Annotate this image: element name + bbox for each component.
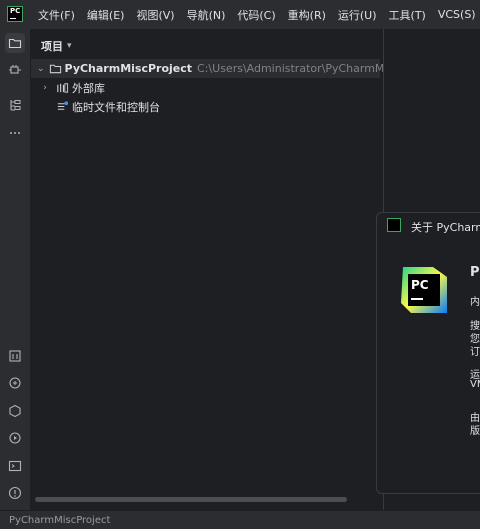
run-icon [9,432,21,444]
tree-row-scratches[interactable]: 临时文件和控制台 [31,97,160,116]
menu-vcs[interactable]: VCS(S) [438,8,476,21]
about-line-1: 内 [470,297,480,308]
tool-window-strip [0,29,30,510]
folder-icon [8,38,22,49]
logo-text: PC [411,278,429,292]
status-project-breadcrumb[interactable]: PyCharmMiscProject [9,515,110,526]
collapsed-arrow-icon[interactable]: › [39,83,51,93]
python-console-button[interactable] [5,373,25,393]
menu-tools[interactable]: 工具(T) [389,7,426,23]
structure-icon [10,100,21,111]
title-bar: PC 文件(F) 编辑(E) 视图(V) 导航(N) 代码(C) 重构(R) 运… [0,0,480,29]
folder-icon [49,62,62,76]
scratches-label: 临时文件和控制台 [72,100,160,114]
about-line-4: 订 [470,347,480,358]
project-root-path: C:\Users\Administrator\PyCharmMiscPr [197,62,411,75]
plugin-icon [9,65,21,74]
panel-title: 项目 [41,40,63,53]
terminal-button[interactable] [5,456,25,476]
about-line-8: 版 [470,426,480,437]
services-icon [9,404,21,418]
menu-edit[interactable]: 编辑(E) [87,7,125,23]
about-line-6: VM [470,379,480,390]
pycharm-logo-icon [387,218,401,232]
python-packages-button[interactable] [5,346,25,366]
menu-refactor[interactable]: 重构(R) [288,7,326,23]
more-icon [10,132,20,134]
status-bar: PyCharmMiscProject [0,510,480,529]
menu-navigate[interactable]: 导航(N) [187,7,226,23]
scratches-icon [55,100,69,114]
problems-button[interactable] [5,483,25,503]
library-icon [55,81,69,95]
terminal-icon [8,460,22,472]
project-view-selector[interactable]: 项目 ▾ [41,38,72,54]
python-packages-icon [9,350,21,362]
expanded-arrow-icon[interactable]: ⌄ [37,64,45,74]
menu-run[interactable]: 运行(U) [338,7,377,23]
about-dialog: 关于 PyCharm PC Py 内 搜 您 订 运 VM 由 版 [376,212,480,494]
problems-icon [8,486,22,500]
menu-code[interactable]: 代码(C) [237,7,275,23]
tree-row-external-libraries[interactable]: › 外部库 [31,78,105,97]
more-tools-button[interactable] [5,123,25,143]
main-menu: 文件(F) 编辑(E) 视图(V) 导航(N) 代码(C) 重构(R) 运行(U… [38,0,480,29]
menu-view[interactable]: 视图(V) [136,7,174,23]
plugins-tool-button[interactable] [5,60,25,80]
structure-tool-button[interactable] [5,95,25,115]
about-dialog-title: 关于 PyCharm [411,221,480,234]
project-tool-window: 项目 ▾ ⌄ PyCharmMiscProject C:\Users\Admin… [31,29,410,510]
product-name: Py [470,265,480,280]
horizontal-scrollbar[interactable] [35,497,347,502]
pycharm-product-logo-icon: PC [401,267,447,313]
project-tool-button[interactable] [5,33,25,53]
run-button[interactable] [5,428,25,448]
external-libraries-label: 外部库 [72,81,105,95]
logo-text: PC [10,7,21,15]
python-console-icon [9,377,21,389]
chevron-down-icon: ▾ [67,41,72,51]
tree-row-project-root[interactable]: ⌄ PyCharmMiscProject C:\Users\Administra… [31,59,410,78]
project-root-name: PyCharmMiscProject [64,62,193,75]
pycharm-logo-icon[interactable]: PC [7,6,23,22]
services-button[interactable] [5,401,25,421]
menu-file[interactable]: 文件(F) [38,7,75,23]
